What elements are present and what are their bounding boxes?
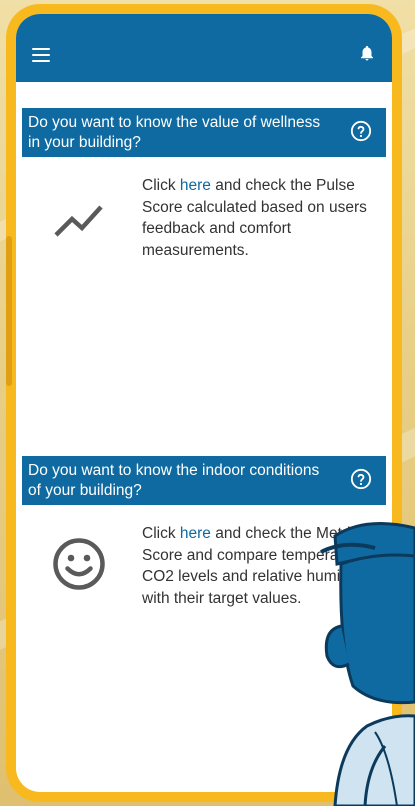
description-text: Click	[142, 525, 180, 542]
card-header: Do you want to know the indoor condition…	[22, 456, 386, 505]
metrix-score-link[interactable]: here	[180, 525, 211, 542]
mascot-character	[320, 522, 415, 806]
pulse-score-link[interactable]: here	[180, 177, 211, 194]
card-question: Do you want to know the indoor condition…	[28, 462, 320, 499]
card-question: Do you want to know the value of wellnes…	[28, 114, 321, 151]
card-body: Click here and check the Pulse Score cal…	[22, 157, 386, 357]
smiley-face-icon	[53, 538, 105, 590]
app-bar	[16, 14, 392, 82]
trending-up-icon	[54, 205, 103, 237]
card-description: Click here and check the Pulse Score cal…	[142, 175, 378, 261]
question-circle-icon[interactable]	[350, 468, 372, 490]
question-circle-icon[interactable]	[350, 120, 372, 142]
card-header: Do you want to know the value of wellnes…	[22, 108, 386, 157]
phone-side-button	[6, 236, 12, 386]
wellness-card: Do you want to know the value of wellnes…	[22, 108, 386, 357]
hamburger-menu-icon[interactable]	[32, 48, 50, 62]
bell-icon[interactable]	[358, 42, 376, 64]
description-text: Click	[142, 177, 180, 194]
